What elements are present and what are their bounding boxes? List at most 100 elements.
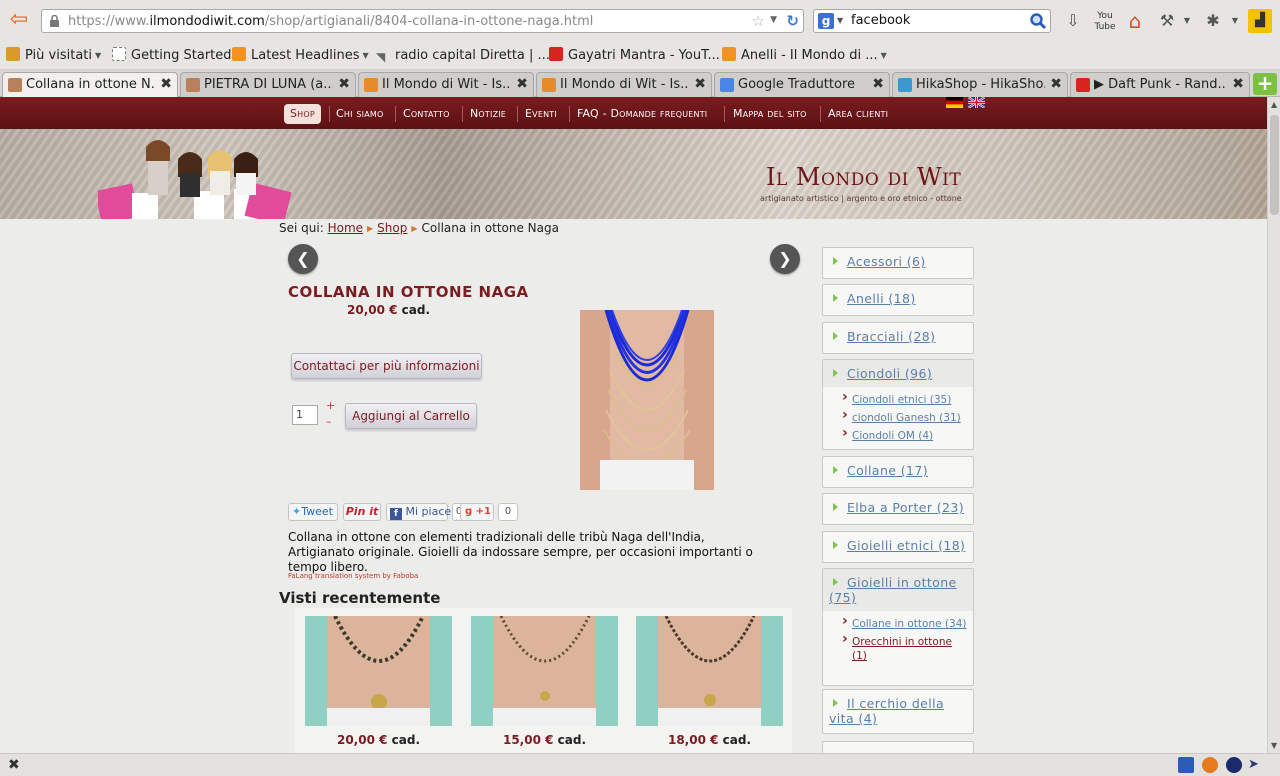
home-icon[interactable]: ⌂ [1124,9,1146,33]
previous-product-arrow-icon[interactable]: ❮ [288,244,318,274]
search-icon[interactable] [1029,12,1047,30]
bookmark-anelli[interactable]: Anelli - Il Mondo di ... ▼ [722,47,887,65]
category-next[interactable] [822,741,974,753]
quantity-plus-button[interactable]: + [326,399,335,412]
category-link[interactable]: Elba a Porter (23) [823,494,973,521]
tab-google-traduttore[interactable]: Google Traduttore ✖ [714,72,890,97]
scroll-down-arrow-icon[interactable]: ▼ [1271,741,1277,750]
add-to-cart-button[interactable]: Aggiungi al Carrello [345,403,477,429]
skype-icon[interactable] [1226,757,1242,773]
tab-hikashop[interactable]: HikaShop - HikaSho... ✖ [892,72,1068,97]
new-tab-plus-icon[interactable]: + [1253,73,1277,95]
recent-product-image[interactable] [305,615,452,726]
category-link[interactable]: Bracciali (28) [823,323,973,350]
tab-mondo-di-wit-2[interactable]: Il Mondo di Wit - Is... ✖ [536,72,712,97]
category-gioielli-etnici[interactable]: Gioielli etnici (18) [822,531,974,563]
close-icon[interactable]: ✖ [516,76,528,92]
scroll-up-arrow-icon[interactable]: ▲ [1271,100,1277,109]
firefox-icon[interactable] [1202,757,1218,773]
category-elba-a-porter[interactable]: Elba a Porter (23) [822,493,974,525]
like-button[interactable]: f Mi piace [386,503,451,521]
search-bar[interactable]: g ▼ facebook [813,9,1051,33]
tab-daft-punk[interactable]: ▶ Daft Punk - Rand... ✖ [1070,72,1250,97]
tab-collana[interactable]: Collana in ottone N... ✖ [2,72,178,98]
nav-mappa-del-sito[interactable]: Mappa del sito [733,104,807,124]
english-flag-icon[interactable] [968,97,985,108]
recent-item[interactable]: 20,00 € cad. [305,615,452,747]
chevron-down-icon[interactable]: ▼ [1224,9,1246,33]
category-gioielli-in-ottone[interactable]: Gioielli in ottone (75) Collane in otton… [822,568,974,686]
breadcrumb-home[interactable]: Home [328,221,363,235]
youtube-icon[interactable]: You Tube [1094,9,1116,33]
nav-faq[interactable]: FAQ - Domande frequenti [577,104,707,124]
bookmark-gayatri-mantra[interactable]: Gayatri Mantra - YouT... [549,47,720,65]
recent-product-image[interactable] [636,615,783,726]
category-anelli[interactable]: Anelli (18) [822,284,974,316]
nav-area-clienti[interactable]: Area clienti [828,104,888,124]
bookmark-radio-capital[interactable]: ◥ radio capital Diretta | ... [376,47,550,65]
category-link[interactable]: Gioielli etnici (18) [823,532,973,559]
recent-item[interactable]: 18,00 € cad. [636,615,783,747]
close-icon[interactable]: ✖ [1050,76,1062,92]
site-title[interactable]: Il Mondo di Wit [766,163,961,191]
category-acessori[interactable]: Acessori (6) [822,247,974,279]
category-ciondoli[interactable]: Ciondoli (96) Ciondoli etnici (35) ciond… [822,359,974,450]
category-link[interactable]: Collane (17) [823,457,973,484]
nav-eventi[interactable]: Eventi [525,104,557,124]
close-icon[interactable]: ✖ [160,76,172,92]
close-icon[interactable]: ✖ [8,757,20,773]
close-icon[interactable]: ✖ [872,76,884,92]
category-link[interactable]: Gioielli in ottone (75) [823,569,973,611]
contact-button[interactable]: Contattaci per più informazioni [291,353,482,379]
quantity-minus-button[interactable]: – [326,415,332,428]
gplus-button[interactable]: g +1 [460,503,494,521]
url-bar[interactable]: https://www.ilmondodiwit.com/shop/artigi… [41,9,804,33]
recent-item[interactable]: 15,00 € cad. [471,615,618,747]
addon-icon[interactable]: ✱ [1202,9,1224,33]
tools-icon[interactable]: ⚒ [1156,9,1178,33]
tab-pietra-di-luna[interactable]: PIETRA DI LUNA (a... ✖ [180,72,356,97]
send-icon[interactable]: ➤ [1248,757,1272,773]
category-link[interactable]: Ciondoli (96) [823,360,973,387]
next-product-arrow-icon[interactable]: ❯ [770,244,800,274]
url-text[interactable]: https://www.ilmondodiwit.com/shop/artigi… [68,14,593,29]
category-il-cerchio-della-vita[interactable]: Il cerchio della vita (4) [822,689,974,734]
recent-product-image[interactable] [471,615,618,726]
page-scrollbar[interactable]: ▲ ▼ [1267,97,1280,753]
close-icon[interactable]: ✖ [338,76,350,92]
google-icon[interactable]: g [818,13,834,29]
subcategory-link[interactable]: Ciondoli OM (4) [823,426,973,445]
search-input[interactable]: facebook [851,13,910,28]
nav-chi-siamo[interactable]: Chi siamo [336,104,383,124]
close-icon[interactable]: ✖ [694,76,706,92]
category-link[interactable]: Il cerchio della vita (4) [823,690,973,732]
chevron-down-icon[interactable]: ▼ [837,16,843,25]
scrollbar-thumb[interactable] [1270,115,1279,215]
category-collane[interactable]: Collane (17) [822,456,974,488]
product-image[interactable] [580,310,714,490]
bookmark-piu-visitati[interactable]: Più visitati ▼ [6,47,101,65]
category-link[interactable]: Anelli (18) [823,285,973,312]
falang-credit[interactable]: FaLang translation system by Faboba [288,572,418,580]
quantity-input[interactable]: 1 [292,405,318,425]
download-icon[interactable]: ⇩ [1062,9,1084,33]
back-arrow-icon[interactable]: ⇦ [6,9,32,33]
german-flag-icon[interactable] [946,97,963,108]
stats-icon[interactable]: ▟ [1248,9,1272,33]
addon-status-icon[interactable] [1178,757,1194,773]
subcategory-link[interactable]: Orecchini in ottone (1) [823,632,973,665]
pinit-button[interactable]: Pin it [343,503,381,521]
reload-icon[interactable]: ↻ [786,12,799,30]
tweet-button[interactable]: ✦Tweet [288,503,338,521]
breadcrumb-shop[interactable]: Shop [377,221,407,235]
nav-notizie[interactable]: Notizie [470,104,506,124]
nav-contatto[interactable]: Contatto [403,104,450,124]
bookmark-getting-started[interactable]: Getting Started [112,47,232,65]
chevron-down-icon[interactable]: ▼ [770,15,777,25]
bookmark-star-icon[interactable]: ☆ [752,12,765,30]
category-link[interactable]: Acessori (6) [823,248,973,275]
chevron-down-icon[interactable]: ▼ [1176,9,1198,33]
nav-shop[interactable]: Shop [284,104,321,124]
bookmark-latest-headlines[interactable]: Latest Headlines ▼ [232,47,369,65]
close-icon[interactable]: ✖ [1232,76,1244,92]
